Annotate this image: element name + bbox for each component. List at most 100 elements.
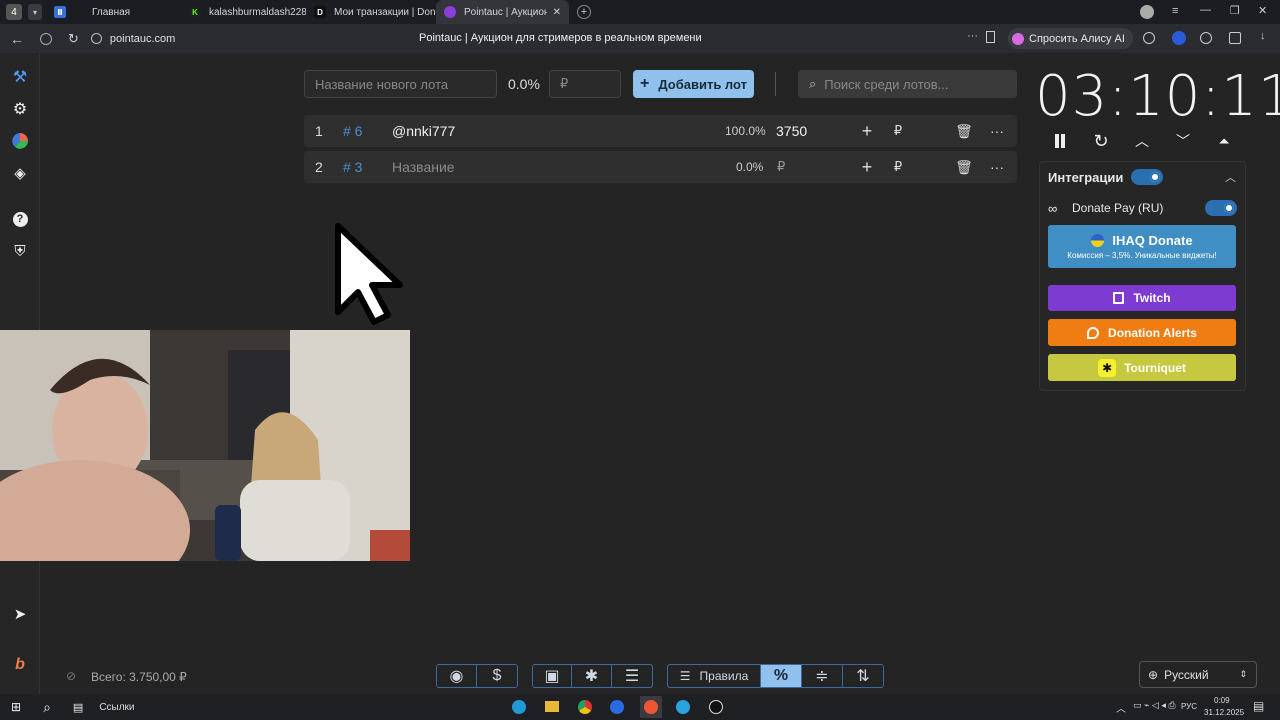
globe-icon[interactable] [1143,32,1155,44]
more-options-icon[interactable]: ··· [987,121,1007,141]
site-info-icon[interactable] [90,33,102,44]
tab-home[interactable]: Ⅱ Главная [46,0,181,24]
rules-button[interactable]: ☰ Правила [667,664,761,688]
tab-pointauc[interactable]: Pointauc | Аукцион для ✕ [436,0,569,24]
tourniquet-button[interactable]: ✱ Tourniquet [1048,354,1236,381]
language-label: Русский [1164,667,1209,682]
lot-search-input[interactable]: ⌕ Поиск среди лотов... [798,70,1017,98]
lot-id[interactable]: # 3 [343,159,362,175]
settings-gear-icon[interactable]: ⚙ [10,99,30,119]
back-icon[interactable]: ← [10,31,24,47]
visibility-off-icon[interactable]: ⊘ [66,669,76,683]
sort-icon[interactable]: ⇅ [843,664,884,688]
reset-icon[interactable]: ↻ [1090,130,1112,152]
media-icon[interactable] [1200,32,1212,44]
new-lot-name-input[interactable]: Название нового лота [304,70,497,98]
shield-icon[interactable]: ⛨ [10,241,30,261]
bookmark-icon[interactable] [986,31,995,43]
menu-icon[interactable]: ≡ [1172,5,1178,17]
brand-b-icon[interactable]: b [10,655,30,675]
windows-start-icon[interactable]: ⊞ [11,700,21,714]
collapse-icon[interactable]: ︿ [1225,169,1236,185]
maximize-button[interactable]: ❐ [1230,4,1240,17]
explorer-icon[interactable] [545,701,559,712]
more-icon[interactable]: ··· [967,30,978,42]
double-up-icon[interactable]: ⏶ [1213,130,1235,152]
pause-icon[interactable] [1049,130,1071,152]
downloads-icon[interactable]: ↓ [1260,30,1266,42]
lot-amount-currency[interactable]: ₽ [777,159,785,175]
close-window-button[interactable]: ✕ [1258,4,1267,17]
twitch-button[interactable]: Twitch [1048,285,1236,311]
lot-row[interactable]: 1 # 6 @nnki777 100.0% 3750 + ₽ 🗑 ··· [304,115,1017,147]
browser-menu-button[interactable]: 4 [6,4,22,20]
language-select[interactable]: ⊕ Русский ⇕ [1139,661,1257,688]
save-icon[interactable]: ▣ [532,664,572,688]
integrations-toggle[interactable] [1131,169,1163,185]
alice-icon [1012,32,1024,45]
lot-id[interactable]: # 6 [343,123,362,139]
tab-donate[interactable]: D Мои транзакции | Donate [306,0,436,24]
extension-icon[interactable] [1172,31,1186,45]
new-lot-amount-input[interactable]: ₽ [549,70,621,98]
tab-kick[interactable]: K kalashburmaldash228 Stre [181,0,306,24]
obs-icon[interactable] [709,700,723,714]
input-language[interactable]: РУС [1181,702,1197,711]
new-tab-button[interactable]: + [577,5,591,19]
tab-label: Мои транзакции | Donate [334,6,436,18]
auction-hammer-icon[interactable]: ⚒ [10,67,30,87]
alice-button[interactable]: Спросить Алису AI [1008,28,1133,49]
protect-icon[interactable] [40,32,52,45]
tray-chevron-icon[interactable]: ︿ [1116,700,1126,715]
percent-mode-button[interactable]: % [761,664,802,688]
clock-time[interactable]: 0:09 [1214,696,1230,705]
increase-time-icon[interactable]: ︿ [1131,130,1153,152]
tabs-dropdown-icon[interactable]: ▾ [28,4,42,20]
clear-list-icon[interactable]: ☰ [612,664,653,688]
tab-label: Pointauc | Аукцион для [464,6,547,18]
close-tab-icon[interactable]: ✕ [553,7,561,18]
links-label[interactable]: Ссылки [99,702,134,713]
chrome-icon[interactable] [578,700,592,714]
search-icon[interactable]: ⌕ [43,699,51,716]
tray-icons[interactable]: ▭ ⌁ ◁ ◂ ⎙ [1133,700,1176,711]
delete-icon[interactable]: 🗑 [954,157,974,177]
telegram-icon[interactable]: ➤ [10,604,30,624]
minimize-button[interactable]: — [1200,4,1211,16]
reload-icon[interactable]: ↻ [68,31,79,47]
add-lot-button[interactable]: + Добавить лот [633,70,754,98]
checkmark-app-icon[interactable] [610,700,624,714]
decrease-time-icon[interactable]: ﹀ [1172,130,1194,152]
donate-dollar-icon[interactable]: $ [477,664,518,688]
ruble-button[interactable]: ₽ [888,121,908,141]
more-options-icon[interactable]: ··· [987,157,1007,177]
ruble-button[interactable]: ₽ [888,157,908,177]
add-amount-button[interactable]: + [857,121,877,141]
collections-icon[interactable] [1229,32,1241,44]
layers-icon[interactable]: ◈ [10,163,30,183]
task-view-icon[interactable]: ▤ [73,701,83,714]
bug-icon[interactable]: ✱ [572,664,612,688]
donatepay-toggle[interactable] [1205,200,1237,216]
url-field[interactable]: pointauc.com [110,33,175,45]
compact-view-icon[interactable]: ≑ [802,664,843,688]
yandex-browser-icon[interactable] [640,696,662,718]
github-icon[interactable]: ◉ [436,664,477,688]
lot-amount[interactable]: 3750 [776,123,807,139]
clock-date[interactable]: 31.12.2025 [1204,708,1244,717]
donation-alerts-button[interactable]: Donation Alerts [1048,319,1236,346]
lot-name[interactable]: Название [392,159,455,175]
currency-symbol: ₽ [560,76,569,91]
lot-row[interactable]: 2 # 3 Название 0.0% ₽ + ₽ 🗑 ··· [304,151,1017,183]
add-amount-button[interactable]: + [857,157,877,177]
profile-avatar[interactable] [1140,5,1154,19]
notifications-icon[interactable]: ▤ [1253,699,1264,713]
ihaq-donate-button[interactable]: IHAQ Donate Комиссия – 3,5%. Уникальные … [1048,225,1236,268]
delete-icon[interactable]: 🗑 [954,121,974,141]
pie-chart-icon[interactable] [10,131,30,151]
lot-name[interactable]: @nnki777 [392,123,455,139]
edge-icon[interactable] [512,700,526,714]
telegram-taskbar-icon[interactable] [676,700,690,714]
help-icon[interactable]: ? [10,209,30,229]
divider [775,72,776,96]
